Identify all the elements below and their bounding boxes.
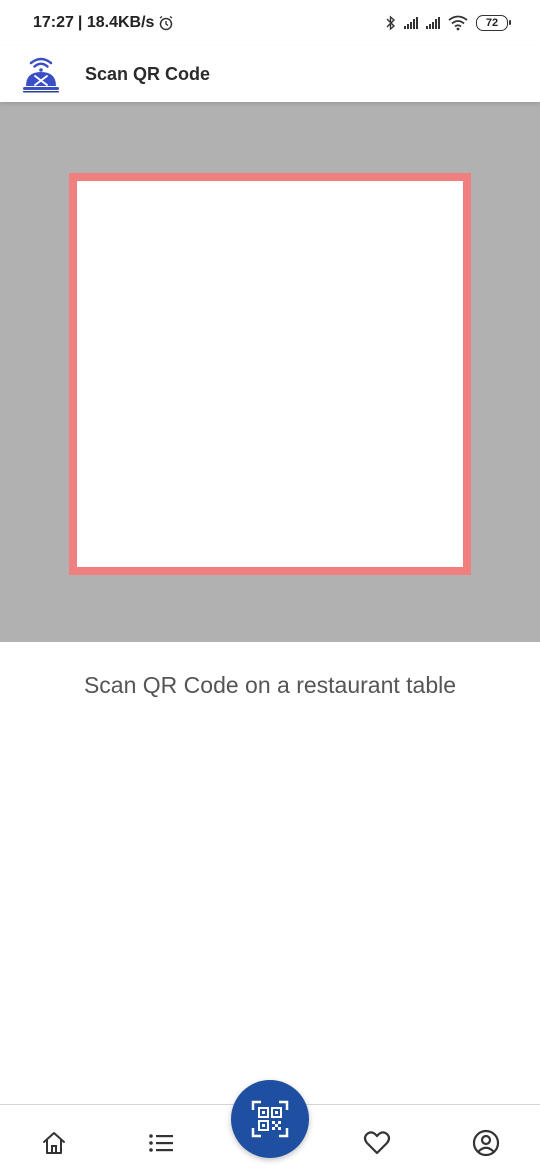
camera-preview <box>0 102 540 642</box>
status-bar: 17:27 | 18.4KB/s 72 <box>0 0 540 46</box>
list-icon <box>149 1134 173 1152</box>
scan-qr-button[interactable] <box>231 1080 309 1158</box>
scan-instruction: Scan QR Code on a restaurant table <box>83 672 457 698</box>
nav-list[interactable] <box>145 1127 177 1159</box>
page-title: Scan QR Code <box>85 63 211 84</box>
restaurant-wifi-logo-icon <box>23 57 59 93</box>
bluetooth-icon <box>386 15 396 31</box>
signal-icon-2 <box>426 17 440 29</box>
heart-icon <box>363 1131 391 1155</box>
app-bar: Scan QR Code <box>0 46 540 102</box>
status-right: 72 <box>386 15 511 31</box>
nav-favorites[interactable] <box>361 1127 393 1159</box>
alarm-icon <box>160 15 173 31</box>
screen: 17:27 | 18.4KB/s 72 Scan QR Code Scan QR… <box>0 0 540 1170</box>
battery-level: 72 <box>485 17 499 29</box>
status-left: 17:27 | 18.4KB/s <box>33 14 174 32</box>
account-icon <box>472 1129 500 1157</box>
nav-home[interactable] <box>38 1127 70 1159</box>
wifi-icon <box>448 15 468 31</box>
status-network-speed: | 18.4KB/s <box>77 14 155 31</box>
home-icon <box>43 1132 65 1154</box>
nav-account[interactable] <box>470 1127 502 1159</box>
battery-icon: 72 <box>476 15 511 31</box>
signal-icon <box>404 17 418 29</box>
qr-code-icon <box>251 1100 289 1138</box>
status-time: 17:27 <box>33 14 74 31</box>
qr-scan-frame <box>69 173 471 575</box>
